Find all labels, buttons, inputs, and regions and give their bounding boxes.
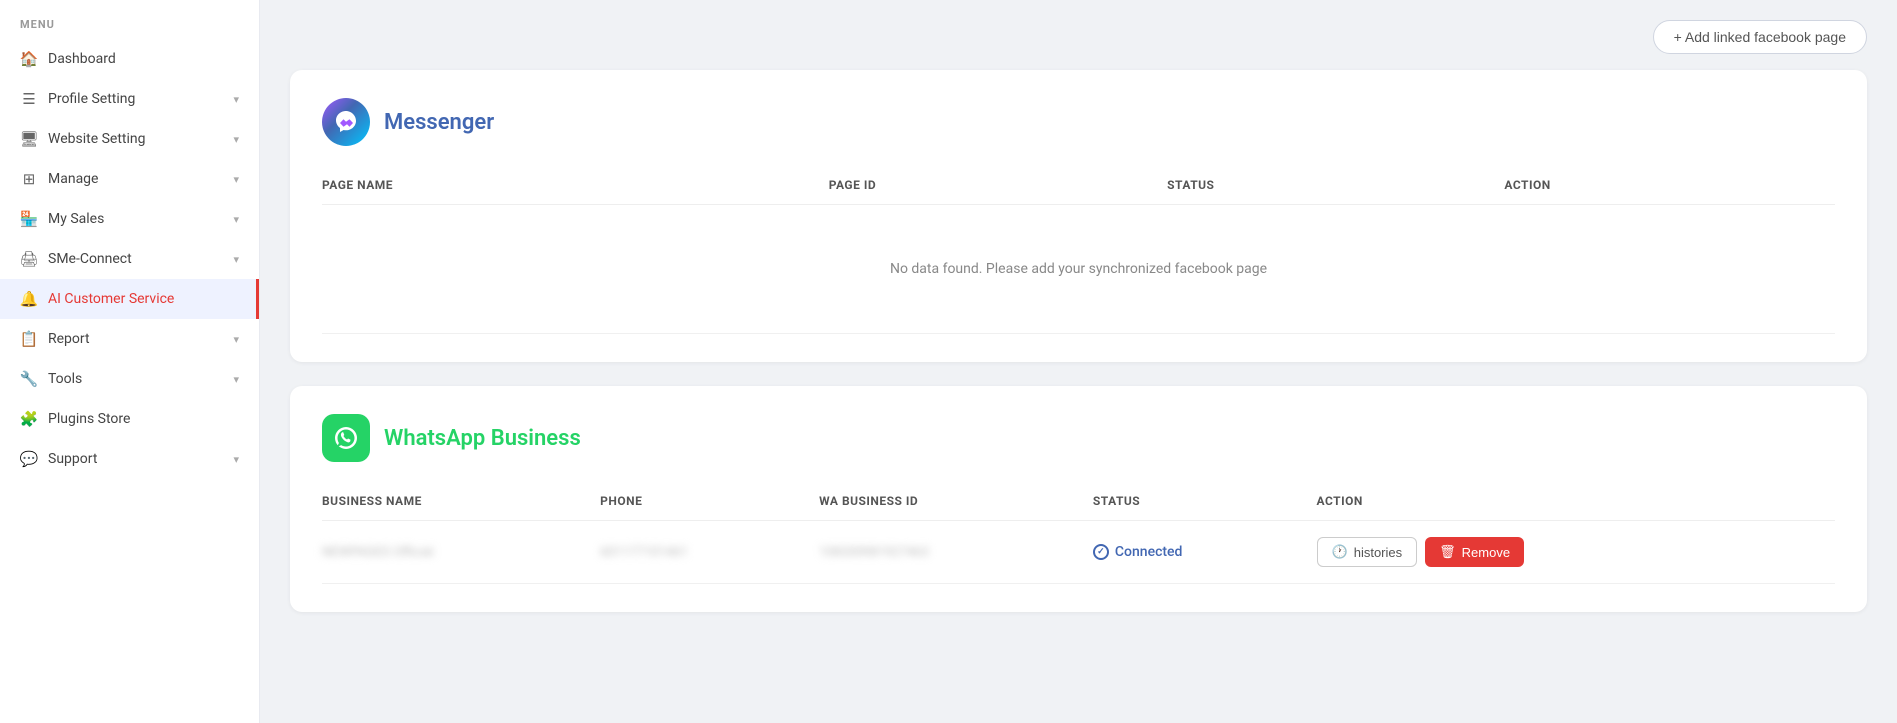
connected-check-icon [1093, 544, 1109, 560]
histories-label: histories [1354, 545, 1402, 560]
messenger-col-action: ACTION [1504, 170, 1835, 205]
wa-col-action: ACTION [1317, 486, 1835, 521]
add-linked-facebook-page-button[interactable]: + Add linked facebook page [1653, 20, 1867, 54]
chevron-down-icon: ▾ [233, 453, 239, 466]
chevron-down-icon: ▾ [233, 173, 239, 186]
wa-business-name-value: NEWPAGES Official [322, 545, 433, 560]
sidebar-item-tools[interactable]: 🔧 Tools ▾ [0, 359, 259, 399]
messenger-title: Messenger [384, 110, 494, 135]
sidebar-item-report[interactable]: 📋 Report ▾ [0, 319, 259, 359]
wa-col-business-name: BUSINESS NAME [322, 486, 600, 521]
trash-icon: 🗑 [1439, 544, 1456, 560]
top-bar: + Add linked facebook page [290, 20, 1867, 54]
wa-col-status: STATUS [1093, 486, 1317, 521]
messenger-col-page-id: PAGE ID [829, 170, 1167, 205]
whatsapp-header: WhatsApp Business [322, 414, 1835, 462]
sidebar-item-sme-connect[interactable]: 🖨 SMе-Connect ▾ [0, 239, 259, 279]
main-content: + Add linked facebook page Messenger [260, 0, 1897, 723]
tools-icon: 🔧 [20, 370, 38, 388]
messenger-no-data: No data found. Please add your synchroni… [322, 221, 1835, 317]
my-sales-icon: 🏪 [20, 210, 38, 228]
sidebar-item-dashboard[interactable]: 🏠 Dashboard [0, 39, 259, 79]
sidebar: MENU 🏠 Dashboard ☰ Profile Setting ▾ 🖥 W… [0, 0, 260, 723]
profile-setting-icon: ☰ [20, 90, 38, 108]
messenger-card: Messenger PAGE NAME PAGE ID STATUS ACTIO… [290, 70, 1867, 362]
wa-business-id-value: 108200981927463 [819, 545, 929, 560]
sidebar-item-support[interactable]: 💬 Support ▾ [0, 439, 259, 479]
histories-button[interactable]: 🕐 histories [1317, 537, 1418, 567]
chevron-down-icon: ▾ [233, 253, 239, 266]
whatsapp-icon [322, 414, 370, 462]
ai-customer-service-icon: 🔔 [20, 290, 38, 308]
menu-label: MENU [0, 0, 259, 39]
messenger-col-page-name: PAGE NAME [322, 170, 829, 205]
wa-phone-cell: 601177101461 [600, 521, 819, 584]
messenger-table: PAGE NAME PAGE ID STATUS ACTION No data … [322, 170, 1835, 334]
chevron-down-icon: ▾ [233, 373, 239, 386]
sidebar-label-ai-customer-service: AI Customer Service [48, 291, 174, 307]
wa-business-name-cell: NEWPAGES Official [322, 521, 600, 584]
chevron-down-icon: ▾ [233, 133, 239, 146]
sme-connect-icon: 🖨 [20, 250, 38, 268]
sidebar-item-plugins-store[interactable]: 🧩 Plugins Store [0, 399, 259, 439]
sidebar-label-report: Report [48, 331, 90, 347]
sidebar-label-manage: Manage [48, 171, 98, 187]
whatsapp-table: BUSINESS NAME PHONE WA BUSINESS ID STATU… [322, 486, 1835, 584]
manage-icon: ⊞ [20, 170, 38, 188]
whatsapp-card: WhatsApp Business BUSINESS NAME PHONE WA… [290, 386, 1867, 612]
dashboard-icon: 🏠 [20, 50, 38, 68]
sidebar-item-ai-customer-service[interactable]: 🔔 AI Customer Service [0, 279, 259, 319]
sidebar-label-tools: Tools [48, 371, 82, 387]
sidebar-label-support: Support [48, 451, 97, 467]
support-icon: 💬 [20, 450, 38, 468]
plugins-store-icon: 🧩 [20, 410, 38, 428]
sidebar-label-plugins-store: Plugins Store [48, 411, 130, 427]
wa-phone-value: 601177101461 [600, 545, 688, 560]
sidebar-label-my-sales: My Sales [48, 211, 104, 227]
sidebar-label-website-setting: Website Setting [48, 131, 146, 147]
messenger-col-status: STATUS [1167, 170, 1504, 205]
messenger-header: Messenger [322, 98, 1835, 146]
website-setting-icon: 🖥 [20, 130, 38, 148]
wa-action-cell: 🕐 histories 🗑 Remove [1317, 521, 1835, 584]
wa-col-phone: PHONE [600, 486, 819, 521]
sidebar-label-profile-setting: Profile Setting [48, 91, 135, 107]
wa-col-wa-business-id: WA BUSINESS ID [819, 486, 1093, 521]
chevron-down-icon: ▾ [233, 93, 239, 106]
action-buttons: 🕐 histories 🗑 Remove [1317, 537, 1835, 567]
messenger-icon [322, 98, 370, 146]
chevron-down-icon: ▾ [233, 213, 239, 226]
remove-label: Remove [1462, 545, 1510, 560]
sidebar-label-sme-connect: SMе-Connect [48, 251, 132, 267]
wa-status-cell: Connected [1093, 521, 1317, 584]
wa-business-id-cell: 108200981927463 [819, 521, 1093, 584]
remove-button[interactable]: 🗑 Remove [1425, 537, 1524, 567]
whatsapp-title: WhatsApp Business [384, 426, 581, 451]
clock-icon: 🕐 [1332, 544, 1348, 560]
chevron-down-icon: ▾ [233, 333, 239, 346]
status-connected: Connected [1093, 544, 1317, 560]
sidebar-label-dashboard: Dashboard [48, 51, 116, 67]
report-icon: 📋 [20, 330, 38, 348]
table-row: NEWPAGES Official 601177101461 108200981… [322, 521, 1835, 584]
status-connected-label: Connected [1115, 544, 1183, 560]
sidebar-item-website-setting[interactable]: 🖥 Website Setting ▾ [0, 119, 259, 159]
sidebar-item-manage[interactable]: ⊞ Manage ▾ [0, 159, 259, 199]
sidebar-item-my-sales[interactable]: 🏪 My Sales ▾ [0, 199, 259, 239]
sidebar-item-profile-setting[interactable]: ☰ Profile Setting ▾ [0, 79, 259, 119]
